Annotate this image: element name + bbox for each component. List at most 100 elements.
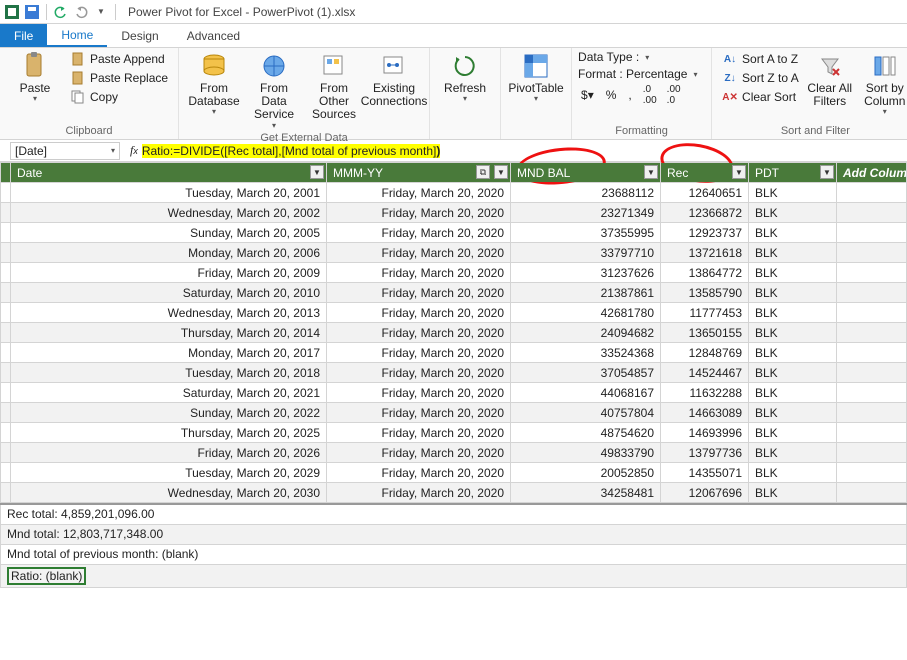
- cell-rec[interactable]: 11777453: [661, 303, 749, 323]
- cell-rec[interactable]: 13797736: [661, 443, 749, 463]
- cell-mmm[interactable]: Friday, March 20, 2020: [327, 383, 511, 403]
- cell-mnd[interactable]: 33797710: [511, 243, 661, 263]
- table-row[interactable]: Wednesday, March 20, 2030Friday, March 2…: [1, 483, 907, 503]
- pivottable-button[interactable]: PivotTable▾: [507, 50, 565, 106]
- row-header[interactable]: [1, 183, 11, 203]
- cell-pdt[interactable]: BLK: [749, 363, 837, 383]
- cell-mnd[interactable]: 23271349: [511, 203, 661, 223]
- paste-button[interactable]: Paste ▾: [6, 50, 64, 106]
- cell-mmm[interactable]: Friday, March 20, 2020: [327, 223, 511, 243]
- cell-rec[interactable]: 11632288: [661, 383, 749, 403]
- filter-drop-icon[interactable]: ▼: [732, 165, 746, 179]
- cell-pdt[interactable]: BLK: [749, 303, 837, 323]
- cell-add[interactable]: [837, 243, 907, 263]
- row-header[interactable]: [1, 223, 11, 243]
- cell-pdt[interactable]: BLK: [749, 343, 837, 363]
- undo-icon[interactable]: [53, 4, 69, 20]
- cell-add[interactable]: [837, 223, 907, 243]
- cell-mmm[interactable]: Friday, March 20, 2020: [327, 263, 511, 283]
- col-pdt[interactable]: PDT▼: [749, 163, 837, 183]
- cell-mnd[interactable]: 33524368: [511, 343, 661, 363]
- cell-pdt[interactable]: BLK: [749, 203, 837, 223]
- col-date[interactable]: Date▼: [11, 163, 327, 183]
- cell-mnd[interactable]: 40757804: [511, 403, 661, 423]
- cell-rec[interactable]: 14355071: [661, 463, 749, 483]
- copy-button[interactable]: Copy: [66, 88, 172, 106]
- data-grid[interactable]: Date▼ MMM-YY⧉▼ MND BAL▼ Rec▼ PDT▼ Add Co…: [0, 162, 907, 503]
- clear-filters-button[interactable]: Clear All Filters: [805, 50, 855, 110]
- cell-date[interactable]: Tuesday, March 20, 2018: [11, 363, 327, 383]
- cell-pdt[interactable]: BLK: [749, 403, 837, 423]
- row-header[interactable]: [1, 283, 11, 303]
- cell-pdt[interactable]: BLK: [749, 183, 837, 203]
- paste-replace-button[interactable]: Paste Replace: [66, 69, 172, 87]
- table-row[interactable]: Sunday, March 20, 2005Friday, March 20, …: [1, 223, 907, 243]
- cell-rec[interactable]: 12848769: [661, 343, 749, 363]
- cell-date[interactable]: Monday, March 20, 2006: [11, 243, 327, 263]
- sort-az-button[interactable]: A↓Sort A to Z: [718, 50, 803, 68]
- filter-drop-icon[interactable]: ▼: [820, 165, 834, 179]
- cell-rec[interactable]: 12923737: [661, 223, 749, 243]
- name-box[interactable]: [Date] ▾: [10, 142, 120, 160]
- cell-pdt[interactable]: BLK: [749, 283, 837, 303]
- qat-drop-icon[interactable]: ▼: [93, 4, 109, 20]
- cell-rec[interactable]: 14663089: [661, 403, 749, 423]
- relationship-icon[interactable]: ⧉: [476, 165, 490, 179]
- row-header[interactable]: [1, 403, 11, 423]
- cell-mnd[interactable]: 21387861: [511, 283, 661, 303]
- summary-ratio-cell[interactable]: Ratio: (blank): [1, 564, 907, 587]
- table-row[interactable]: Thursday, March 20, 2014Friday, March 20…: [1, 323, 907, 343]
- cell-pdt[interactable]: BLK: [749, 463, 837, 483]
- format-row[interactable]: Format : Percentage▾: [578, 67, 705, 81]
- filter-drop-icon[interactable]: ▼: [644, 165, 658, 179]
- percent-button[interactable]: %: [603, 88, 620, 102]
- paste-append-button[interactable]: Paste Append: [66, 50, 172, 68]
- cell-mmm[interactable]: Friday, March 20, 2020: [327, 343, 511, 363]
- table-row[interactable]: Wednesday, March 20, 2013Friday, March 2…: [1, 303, 907, 323]
- cell-mnd[interactable]: 49833790: [511, 443, 661, 463]
- row-header[interactable]: [1, 423, 11, 443]
- cell-date[interactable]: Wednesday, March 20, 2013: [11, 303, 327, 323]
- filter-drop-icon[interactable]: ▼: [310, 165, 324, 179]
- from-data-service-button[interactable]: From Data Service▾: [245, 50, 303, 132]
- cell-rec[interactable]: 13721618: [661, 243, 749, 263]
- cell-date[interactable]: Saturday, March 20, 2010: [11, 283, 327, 303]
- cell-add[interactable]: [837, 463, 907, 483]
- table-row[interactable]: Sunday, March 20, 2022Friday, March 20, …: [1, 403, 907, 423]
- cell-mnd[interactable]: 42681780: [511, 303, 661, 323]
- cell-date[interactable]: Thursday, March 20, 2014: [11, 323, 327, 343]
- cell-mmm[interactable]: Friday, March 20, 2020: [327, 463, 511, 483]
- cell-mnd[interactable]: 44068167: [511, 383, 661, 403]
- cell-date[interactable]: Friday, March 20, 2009: [11, 263, 327, 283]
- cell-mnd[interactable]: 34258481: [511, 483, 661, 503]
- cell-pdt[interactable]: BLK: [749, 263, 837, 283]
- cell-date[interactable]: Sunday, March 20, 2005: [11, 223, 327, 243]
- row-header[interactable]: [1, 343, 11, 363]
- tab-home[interactable]: Home: [47, 24, 107, 47]
- row-header[interactable]: [1, 363, 11, 383]
- cell-rec[interactable]: 13650155: [661, 323, 749, 343]
- datatype-row[interactable]: Data Type :▾: [578, 50, 705, 64]
- cell-mnd[interactable]: 37355995: [511, 223, 661, 243]
- cell-mmm[interactable]: Friday, March 20, 2020: [327, 423, 511, 443]
- row-header[interactable]: [1, 243, 11, 263]
- cell-rec[interactable]: 14693996: [661, 423, 749, 443]
- row-header[interactable]: [1, 443, 11, 463]
- cell-date[interactable]: Friday, March 20, 2026: [11, 443, 327, 463]
- row-header[interactable]: [1, 383, 11, 403]
- table-row[interactable]: Friday, March 20, 2009Friday, March 20, …: [1, 263, 907, 283]
- redo-icon[interactable]: [73, 4, 89, 20]
- decrease-decimal-button[interactable]: .00.0: [665, 84, 683, 106]
- clear-sort-button[interactable]: A✕Clear Sort: [718, 88, 803, 106]
- cell-add[interactable]: [837, 303, 907, 323]
- cell-mnd[interactable]: 37054857: [511, 363, 661, 383]
- table-row[interactable]: Saturday, March 20, 2021Friday, March 20…: [1, 383, 907, 403]
- currency-button[interactable]: $▾: [578, 88, 597, 102]
- row-header[interactable]: [1, 463, 11, 483]
- summary-rec-total[interactable]: Rec total: 4,859,201,096.00: [1, 504, 907, 524]
- summary-mnd-prev[interactable]: Mnd total of previous month: (blank): [1, 544, 907, 564]
- cell-mmm[interactable]: Friday, March 20, 2020: [327, 323, 511, 343]
- increase-decimal-button[interactable]: .0.00: [641, 84, 659, 106]
- cell-mmm[interactable]: Friday, March 20, 2020: [327, 243, 511, 263]
- cell-add[interactable]: [837, 363, 907, 383]
